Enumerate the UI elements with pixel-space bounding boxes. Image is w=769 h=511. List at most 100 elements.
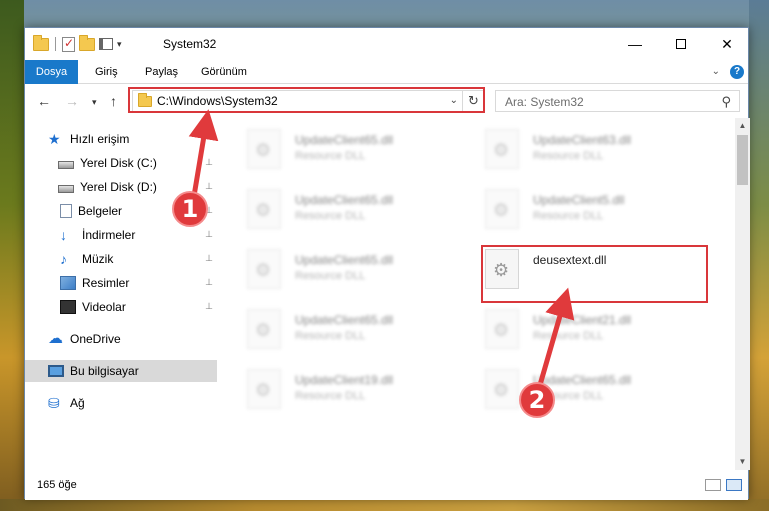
- scroll-thumb[interactable]: [737, 135, 748, 185]
- expand-ribbon-icon[interactable]: ⌄: [712, 66, 720, 77]
- disk-icon: [58, 185, 74, 193]
- status-bar: 165 öğe: [25, 470, 748, 500]
- search-icon[interactable]: ⚲: [721, 94, 731, 110]
- sidebar-item-downloads[interactable]: ↓ İndirmeler ⊥: [25, 224, 217, 246]
- dll-file-icon: [247, 249, 281, 289]
- view-options-icon[interactable]: [99, 38, 113, 50]
- file-tile[interactable]: UpdateClient19.dll Resource DLL: [237, 362, 467, 416]
- documents-icon: [60, 204, 72, 218]
- search-input[interactable]: Ara: System32: [505, 95, 584, 109]
- title-bar: ▾ System32 — ✕: [25, 28, 748, 60]
- file-name: UpdateClient5.dll: [533, 193, 625, 207]
- scroll-down-icon[interactable]: ▼: [735, 454, 750, 470]
- sidebar-item-label: OneDrive: [70, 332, 121, 346]
- dll-file-icon: [485, 189, 519, 229]
- file-tile[interactable]: UpdateClient65.dll Resource DLL: [237, 302, 467, 356]
- file-tile[interactable]: UpdateClient65.dll Resource DLL: [237, 242, 467, 296]
- vertical-scrollbar[interactable]: ▲ ▼: [735, 118, 750, 470]
- back-button[interactable]: ←: [37, 93, 51, 109]
- videos-icon: [60, 300, 76, 314]
- sidebar-item-pictures[interactable]: Resimler ⊥: [25, 272, 217, 294]
- sidebar-item-network[interactable]: ⛁ Ağ: [25, 392, 217, 414]
- file-tile[interactable]: UpdateClient5.dll Resource DLL: [475, 182, 705, 236]
- close-button[interactable]: ✕: [704, 28, 750, 60]
- sidebar-item-label: İndirmeler: [82, 228, 136, 242]
- folder-icon: [33, 34, 49, 51]
- pin-icon: ⊥: [205, 157, 213, 167]
- tab-home[interactable]: Giriş: [95, 60, 118, 84]
- sidebar-item-local-disk-c[interactable]: Yerel Disk (C:) ⊥: [25, 152, 217, 174]
- dll-file-icon: [247, 189, 281, 229]
- quick-access-toolbar: ▾: [33, 34, 122, 52]
- maximize-icon: [676, 39, 686, 49]
- sidebar-item-videos[interactable]: Videolar ⊥: [25, 296, 217, 318]
- file-type: Resource DLL: [295, 390, 366, 402]
- sidebar-item-music[interactable]: ♪ Müzik ⊥: [25, 248, 217, 270]
- address-highlight-box: [128, 87, 485, 113]
- file-name: UpdateClient65.dll: [295, 133, 394, 147]
- item-count: 165 öğe: [37, 479, 77, 491]
- large-icons-view-icon[interactable]: [726, 479, 742, 491]
- dll-file-icon: [485, 129, 519, 169]
- tab-view[interactable]: Görünüm: [201, 60, 247, 84]
- music-icon: ♪: [60, 251, 67, 267]
- file-tile[interactable]: UpdateClient65.dll Resource DLL: [475, 362, 705, 416]
- step-badge-1: 1: [172, 191, 208, 227]
- minimize-button[interactable]: —: [612, 28, 658, 60]
- details-view-icon[interactable]: [705, 479, 721, 491]
- properties-icon[interactable]: [62, 36, 75, 52]
- this-pc-icon: [48, 365, 64, 377]
- sidebar-item-label: Belgeler: [78, 204, 123, 218]
- network-icon: ⛁: [48, 395, 60, 411]
- dll-file-icon: [247, 309, 281, 349]
- star-icon: ★: [48, 131, 61, 147]
- scroll-up-icon[interactable]: ▲: [735, 118, 750, 134]
- file-type: Resource DLL: [533, 210, 604, 222]
- sidebar-item-label: Müzik: [82, 252, 114, 266]
- onedrive-icon: ☁: [48, 330, 63, 347]
- customize-toolbar-icon[interactable]: ▾: [117, 39, 122, 50]
- desktop-background-left: [0, 0, 24, 511]
- navigation-pane: ★ Hızlı erişim Yerel Disk (C:) ⊥ Yerel D…: [25, 118, 217, 470]
- file-highlight-box: [481, 245, 708, 303]
- new-folder-icon[interactable]: [79, 34, 95, 51]
- sidebar-item-quick-access[interactable]: ★ Hızlı erişim: [25, 128, 217, 150]
- file-name: UpdateClient65.dll: [295, 193, 394, 207]
- file-tile[interactable]: UpdateClient63.dll Resource DLL: [475, 122, 705, 176]
- recent-locations-button[interactable]: ▾: [92, 97, 97, 108]
- toolbar-separator: [55, 37, 56, 51]
- search-box[interactable]: Ara: System32 ⚲: [495, 90, 740, 112]
- forward-button[interactable]: →: [65, 93, 79, 109]
- sidebar-item-label: Bu bilgisayar: [70, 364, 139, 378]
- ribbon-tabs: Dosya Giriş Paylaş Görünüm ⌄ ?: [25, 60, 748, 84]
- maximize-button[interactable]: [658, 28, 704, 60]
- sidebar-item-label: Hızlı erişim: [70, 132, 130, 146]
- tab-file[interactable]: Dosya: [25, 60, 78, 84]
- dll-file-icon: [247, 129, 281, 169]
- pin-icon: ⊥: [205, 229, 213, 239]
- file-tile[interactable]: UpdateClient65.dll Resource DLL: [237, 182, 467, 236]
- file-type: Resource DLL: [533, 150, 604, 162]
- file-tile[interactable]: UpdateClient65.dll Resource DLL: [237, 122, 467, 176]
- sidebar-item-onedrive[interactable]: ☁ OneDrive: [25, 328, 217, 350]
- file-tile[interactable]: UpdateClient21.dll Resource DLL: [475, 302, 705, 356]
- sidebar-item-label: Yerel Disk (C:): [80, 156, 157, 170]
- pictures-icon: [60, 276, 76, 290]
- sidebar-item-label: Yerel Disk (D:): [80, 180, 157, 194]
- up-button[interactable]: ↑: [110, 93, 117, 109]
- dll-file-icon: [247, 369, 281, 409]
- file-name: UpdateClient21.dll: [533, 313, 632, 327]
- step-badge-2: 2: [519, 382, 555, 418]
- dll-file-icon: [485, 369, 519, 409]
- tab-share[interactable]: Paylaş: [145, 60, 178, 84]
- file-name: UpdateClient65.dll: [295, 313, 394, 327]
- help-icon[interactable]: ?: [730, 65, 744, 79]
- sidebar-item-label: Ağ: [70, 396, 85, 410]
- file-type: Resource DLL: [533, 330, 604, 342]
- downloads-icon: ↓: [60, 227, 67, 243]
- sidebar-item-label: Resimler: [82, 276, 130, 290]
- pin-icon: ⊥: [205, 301, 213, 311]
- sidebar-item-this-pc[interactable]: Bu bilgisayar: [25, 360, 217, 382]
- pin-icon: ⊥: [205, 253, 213, 263]
- file-name: UpdateClient65.dll: [295, 253, 394, 267]
